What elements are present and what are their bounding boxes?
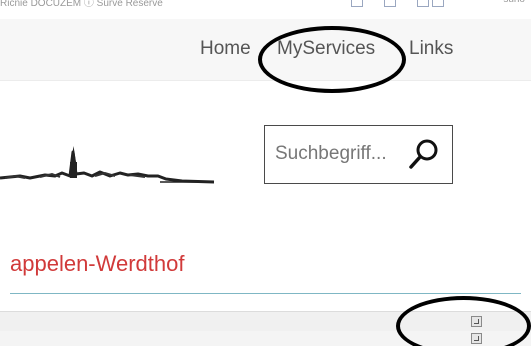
annotation-circle-expand <box>396 296 531 346</box>
search-box <box>264 125 453 184</box>
share-icon[interactable] <box>384 0 396 7</box>
title-divider <box>10 293 521 294</box>
page-title: appelen-Werdthof <box>10 251 185 276</box>
village-skyline-logo <box>0 146 215 184</box>
nav-item-home[interactable]: Home <box>200 38 251 60</box>
facebook-icon[interactable] <box>351 0 363 7</box>
page-root: Ricnie DOCUZEM ⓘ Surve Reserve suno Home… <box>0 0 531 346</box>
top-strip-right-text: suno <box>503 0 525 5</box>
annotation-circle-myservices <box>258 26 406 93</box>
print-icon[interactable] <box>417 0 429 7</box>
top-strip: Ricnie DOCUZEM ⓘ Surve Reserve suno <box>0 0 531 10</box>
mail-icon[interactable] <box>432 0 444 7</box>
magnifier-icon[interactable] <box>406 136 442 172</box>
top-strip-text: Ricnie DOCUZEM ⓘ Surve Reserve <box>0 0 163 9</box>
nav-item-links[interactable]: Links <box>409 38 453 60</box>
search-input[interactable] <box>275 138 405 170</box>
